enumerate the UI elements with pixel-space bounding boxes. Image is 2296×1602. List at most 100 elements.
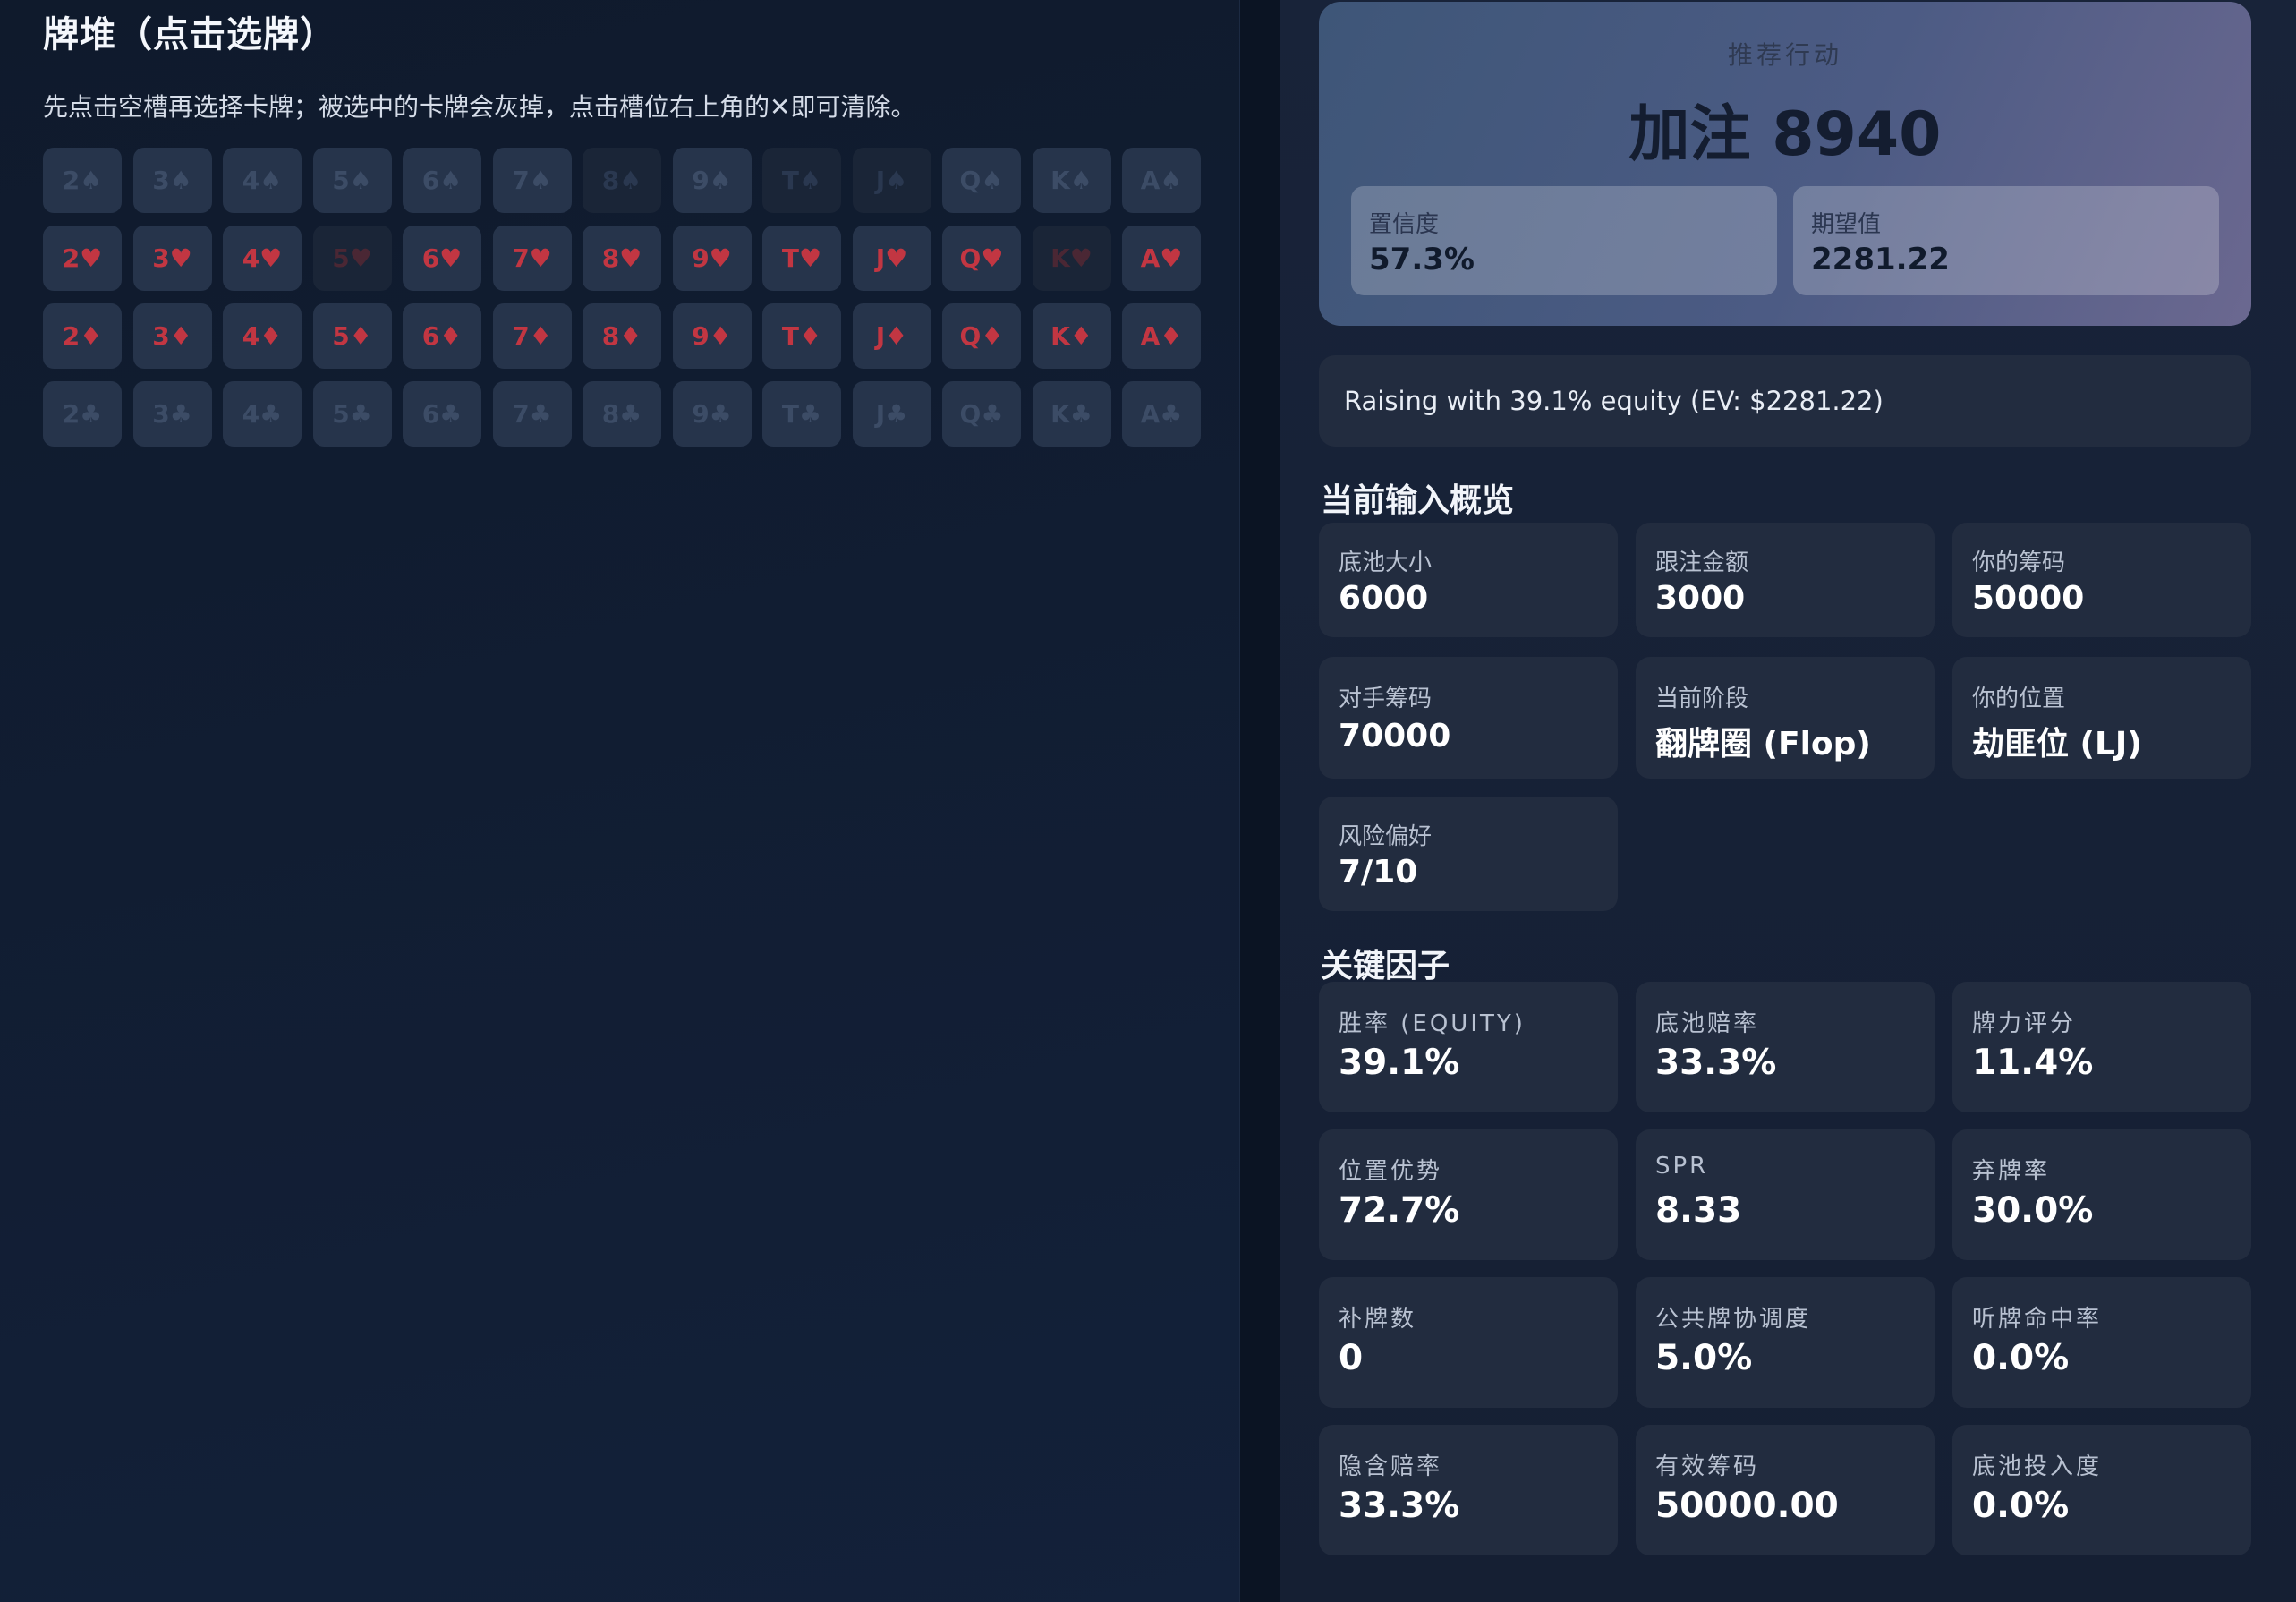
card-K♥: K♥: [1032, 226, 1111, 291]
card-A♦[interactable]: A♦: [1122, 303, 1201, 369]
card-T♠: T♠: [762, 148, 841, 213]
overview-label: 你的筹码: [1972, 550, 2066, 576]
factor-label: 公共牌协调度: [1655, 1306, 1812, 1333]
card-2♦[interactable]: 2♦: [43, 303, 122, 369]
card-7♠[interactable]: 7♠: [492, 148, 572, 213]
card-6♠[interactable]: 6♠: [403, 148, 481, 213]
card-9♥[interactable]: 9♥: [672, 226, 752, 291]
expected-value-label: 期望值: [1811, 211, 1882, 238]
card-5♣[interactable]: 5♣: [312, 381, 392, 447]
card-9♦[interactable]: 9♦: [672, 303, 752, 369]
card-6♥[interactable]: 6♥: [403, 226, 481, 291]
card-T♦[interactable]: T♦: [762, 303, 841, 369]
overview-label: 你的位置: [1972, 686, 2066, 712]
factor-item: 补牌数 0: [1319, 1277, 1618, 1408]
card-J♦[interactable]: J♦: [852, 303, 931, 369]
card-Q♣[interactable]: Q♣: [942, 381, 1021, 447]
factor-label: 隐含赔率: [1339, 1453, 1443, 1480]
card-K♦[interactable]: K♦: [1032, 303, 1111, 369]
card-9♠[interactable]: 9♠: [672, 148, 752, 213]
card-T♣[interactable]: T♣: [762, 381, 841, 447]
factor-label: 有效筹码: [1655, 1453, 1760, 1480]
factor-label: 位置优势: [1339, 1158, 1443, 1185]
factor-value: 72.7%: [1339, 1190, 1460, 1231]
card-8♦[interactable]: 8♦: [583, 303, 661, 369]
card-2♠[interactable]: 2♠: [43, 148, 122, 213]
card-3♦[interactable]: 3♦: [132, 303, 212, 369]
card-J♥[interactable]: J♥: [852, 226, 931, 291]
card-A♣[interactable]: A♣: [1122, 381, 1201, 447]
factor-item: 底池投入度 0.0%: [1952, 1425, 2251, 1555]
factor-item: 听牌命中率 0.0%: [1952, 1277, 2251, 1408]
card-A♠[interactable]: A♠: [1122, 148, 1201, 213]
recommendation-label: 推荐行动: [1727, 40, 1842, 70]
card-4♦[interactable]: 4♦: [223, 303, 302, 369]
recommendation-card: 推荐行动 加注 8940 置信度 57.3% 期望值 2281.22: [1319, 2, 2251, 326]
card-5♥: 5♥: [312, 226, 392, 291]
factor-value: 39.1%: [1339, 1043, 1460, 1083]
card-K♣[interactable]: K♣: [1032, 381, 1111, 447]
card-7♥[interactable]: 7♥: [492, 226, 572, 291]
card-6♦[interactable]: 6♦: [403, 303, 481, 369]
overview-item: 你的筹码 50000: [1952, 523, 2251, 637]
card-grid: 2♠ 3♠ 4♠ 5♠ 6♠ 7♠ 8♠ 9♠ T♠ J♠ Q♠ K♠ A♠ 2♥ 3♥ 4♥ 5♥ 6♥ 7♥ 8♥…: [43, 148, 1201, 447]
card-T♥[interactable]: T♥: [762, 226, 841, 291]
factor-label: 胜率 (EQUITY): [1339, 1010, 1526, 1037]
overview-label: 跟注金额: [1655, 550, 1749, 576]
card-7♦[interactable]: 7♦: [492, 303, 572, 369]
factor-value: 50000.00: [1655, 1486, 1839, 1526]
card-7♣[interactable]: 7♣: [492, 381, 572, 447]
card-4♣[interactable]: 4♣: [223, 381, 302, 447]
card-8♠: 8♠: [583, 148, 661, 213]
factor-label: 牌力评分: [1972, 1010, 2077, 1037]
overview-title: 当前输入概览: [1321, 482, 1515, 519]
card-3♣[interactable]: 3♣: [132, 381, 212, 447]
card-Q♥[interactable]: Q♥: [942, 226, 1021, 291]
deck-title: 牌堆（点击选牌）: [43, 14, 336, 55]
card-4♥[interactable]: 4♥: [223, 226, 302, 291]
card-5♠[interactable]: 5♠: [312, 148, 392, 213]
factor-item: 胜率 (EQUITY) 39.1%: [1319, 982, 1618, 1112]
factors-title: 关键因子: [1321, 948, 1450, 984]
overview-value: 翻牌圈 (Flop): [1655, 726, 1871, 763]
overview-value: 3000: [1655, 580, 1746, 617]
card-3♠[interactable]: 3♠: [132, 148, 212, 213]
recommendation-reason: Raising with 39.1% equity (EV: $2281.22): [1319, 355, 2251, 447]
card-A♥[interactable]: A♥: [1122, 226, 1201, 291]
overview-label: 风险偏好: [1339, 823, 1433, 850]
card-8♥[interactable]: 8♥: [583, 226, 661, 291]
overview-label: 底池大小: [1339, 550, 1433, 576]
card-6♣[interactable]: 6♣: [403, 381, 481, 447]
card-5♦[interactable]: 5♦: [312, 303, 392, 369]
confidence-box: 置信度 57.3%: [1351, 186, 1777, 295]
overview-item: 对手筹码 70000: [1319, 657, 1618, 779]
overview-item: 风险偏好 7/10: [1319, 797, 1618, 911]
card-8♣[interactable]: 8♣: [583, 381, 661, 447]
overview-label: 当前阶段: [1655, 686, 1749, 712]
confidence-label: 置信度: [1369, 211, 1440, 238]
card-3♥[interactable]: 3♥: [132, 226, 212, 291]
card-2♣[interactable]: 2♣: [43, 381, 122, 447]
card-Q♠[interactable]: Q♠: [942, 148, 1021, 213]
factor-label: SPR: [1655, 1153, 1709, 1180]
factor-item: 隐含赔率 33.3%: [1319, 1425, 1618, 1555]
deck-hint: 先点击空槽再选择卡牌；被选中的卡牌会灰掉，点击槽位右上角的✕即可清除。: [43, 92, 916, 122]
card-J♣[interactable]: J♣: [852, 381, 931, 447]
overview-item: 当前阶段 翻牌圈 (Flop): [1636, 657, 1935, 779]
factor-item: 公共牌协调度 5.0%: [1636, 1277, 1935, 1408]
factor-value: 33.3%: [1655, 1043, 1777, 1083]
overview-item: 跟注金额 3000: [1636, 523, 1935, 637]
card-Q♦[interactable]: Q♦: [942, 303, 1021, 369]
card-K♠[interactable]: K♠: [1032, 148, 1111, 213]
card-4♠[interactable]: 4♠: [223, 148, 302, 213]
factor-value: 8.33: [1655, 1190, 1742, 1231]
factor-item: 位置优势 72.7%: [1319, 1129, 1618, 1260]
factor-value: 0: [1339, 1338, 1364, 1378]
factor-label: 补牌数: [1339, 1306, 1417, 1333]
factor-item: SPR 8.33: [1636, 1129, 1935, 1260]
overview-value: 70000: [1339, 718, 1451, 754]
overview-item: 底池大小 6000: [1319, 523, 1618, 637]
factor-value: 11.4%: [1972, 1043, 2094, 1083]
card-2♥[interactable]: 2♥: [43, 226, 122, 291]
card-9♣[interactable]: 9♣: [672, 381, 752, 447]
